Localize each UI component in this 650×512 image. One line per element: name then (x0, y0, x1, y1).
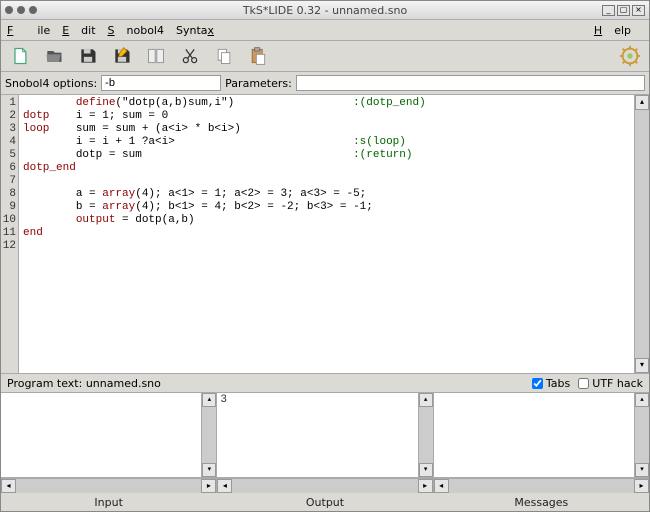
snobol-options-input[interactable] (101, 75, 221, 91)
input-label: Input (1, 496, 216, 509)
window-title: TkS*LIDE 0.32 - unnamed.sno (1, 4, 649, 17)
toolbar (1, 41, 649, 72)
messages-scrollbar[interactable]: ▴▾ (634, 393, 649, 477)
input-pane-body[interactable] (1, 393, 201, 477)
output-label: Output (216, 496, 432, 509)
utf-hack-checkbox[interactable]: UTF hack (578, 377, 643, 390)
menu-snobol[interactable]: Snobol4 (108, 24, 164, 37)
scroll-track[interactable] (635, 110, 649, 358)
code-editor[interactable]: define("dotp(a,b)sum,i") :(dotp_end)dotp… (19, 95, 634, 253)
input-pane[interactable]: ▴▾ (1, 393, 216, 477)
output-pane[interactable]: 3 ▴▾ (216, 393, 432, 477)
titlebar: TkS*LIDE 0.32 - unnamed.sno _ ▢ × (1, 1, 649, 20)
line-number-gutter: 123456789101112 (1, 95, 19, 373)
input-scrollbar[interactable]: ▴▾ (201, 393, 216, 477)
editor-pane[interactable]: define("dotp(a,b)sum,i") :(dotp_end)dotp… (19, 95, 634, 373)
app-window: TkS*LIDE 0.32 - unnamed.sno _ ▢ × File E… (0, 0, 650, 512)
tabs-checkbox[interactable]: Tabs (532, 377, 570, 390)
paste-button[interactable] (245, 43, 271, 69)
io-panes: ▴▾ 3 ▴▾ ▴▾ (1, 393, 649, 478)
menu-file[interactable]: File (7, 24, 50, 37)
pane-labels: Input Output Messages (1, 493, 649, 511)
input-hscroll[interactable]: ◂▸ (1, 479, 216, 493)
snobol-options-label: Snobol4 options: (5, 77, 97, 90)
tabs-checkbox-input[interactable] (532, 378, 543, 389)
program-filename: unnamed.sno (86, 377, 161, 390)
save-as-button[interactable] (109, 43, 135, 69)
scissors-button[interactable] (177, 43, 203, 69)
run-button[interactable] (617, 43, 643, 69)
copy-button[interactable] (211, 43, 237, 69)
options-row: Snobol4 options: Parameters: (1, 72, 649, 95)
menu-help[interactable]: Help (594, 24, 631, 37)
new-file-button[interactable] (7, 43, 33, 69)
horizontal-scrollbars: ◂▸ ◂▸ ◂▸ (1, 478, 649, 493)
menubar: File Edit Snobol4 Syntax Help (1, 20, 649, 41)
editor-area: 123456789101112 define("dotp(a,b)sum,i")… (1, 95, 649, 374)
menu-syntax[interactable]: Syntax (176, 24, 226, 37)
status-bar: Program text: unnamed.sno Tabs UTF hack (1, 374, 649, 393)
parameters-label: Parameters: (225, 77, 292, 90)
editor-vertical-scrollbar[interactable]: ▴ ▾ (634, 95, 649, 373)
output-pane-body: 3 (217, 393, 417, 477)
menu-edit[interactable]: Edit (62, 24, 95, 37)
parameters-input[interactable] (296, 75, 645, 91)
save-button[interactable] (75, 43, 101, 69)
cut-button[interactable] (143, 43, 169, 69)
messages-label: Messages (433, 496, 649, 509)
messages-hscroll[interactable]: ◂▸ (433, 479, 649, 493)
program-text-label: Program text: (7, 377, 82, 390)
scroll-down-icon[interactable]: ▾ (635, 358, 649, 373)
output-scrollbar[interactable]: ▴▾ (418, 393, 433, 477)
scroll-up-icon[interactable]: ▴ (635, 95, 649, 110)
utf-checkbox-input[interactable] (578, 378, 589, 389)
messages-pane-body (434, 393, 634, 477)
output-hscroll[interactable]: ◂▸ (216, 479, 432, 493)
messages-pane[interactable]: ▴▾ (433, 393, 649, 477)
open-file-button[interactable] (41, 43, 67, 69)
